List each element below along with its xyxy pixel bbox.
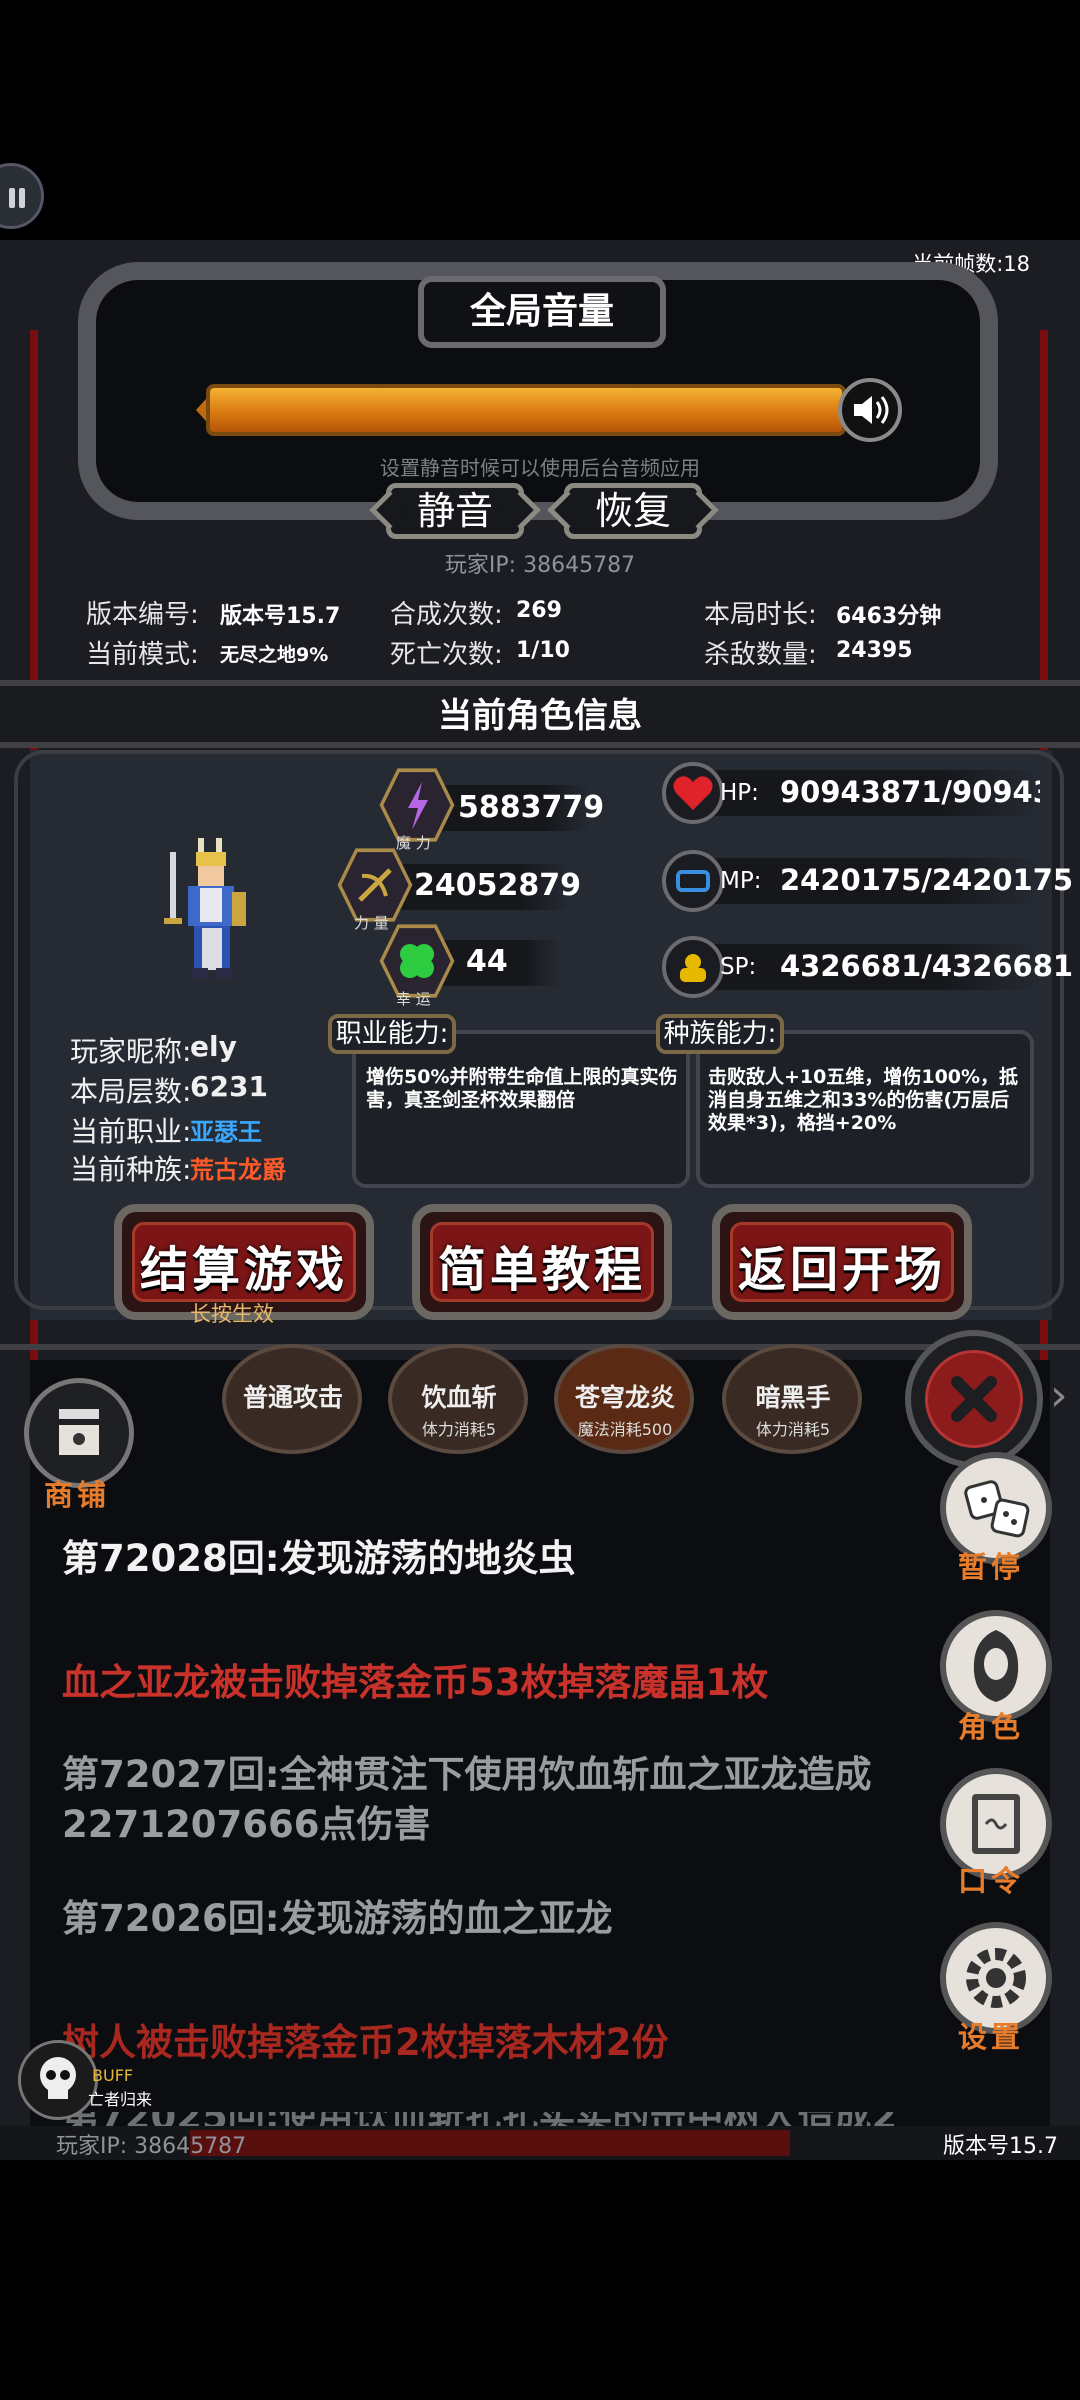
log-entry: 树人被击败掉落金币2枚掉落木材2份 (62, 2021, 669, 2064)
class-ability-text: 增伤50%并附带生命值上限的真实伤害，真圣剑圣杯效果翻倍 (366, 1066, 678, 1111)
mode-label: 当前模式: (86, 640, 199, 670)
volume-hint: 设置静音时候可以使用后台音频应用 (380, 456, 700, 480)
settings-label[interactable]: 设置 (958, 2014, 1024, 2056)
skill-normal-attack[interactable]: 普通攻击 (218, 1344, 368, 1464)
skill-dark-hand[interactable]: 暗黑手 体力消耗5 (718, 1344, 868, 1464)
magic-value: 5883779 (458, 790, 605, 825)
speaker-icon[interactable] (838, 378, 902, 442)
close-icon (925, 1350, 1023, 1448)
log-divider (0, 1344, 1080, 1350)
skull-icon[interactable] (18, 2040, 98, 2120)
heart-icon (662, 762, 724, 824)
mode-value: 无尽之地9% (220, 644, 329, 666)
footer-progress (190, 2130, 790, 2156)
code-label[interactable]: 口令 (958, 1858, 1024, 1900)
mp-icon (662, 850, 724, 912)
footer-player-ip: 玩家IP: 38645787 (56, 2134, 247, 2159)
kills-value: 24395 (836, 638, 913, 663)
floors-value: 6231 (190, 1070, 268, 1103)
buff-label: BUFF (92, 2066, 134, 2085)
skill-blood-slash[interactable]: 饮血斩 体力消耗5 (384, 1344, 534, 1464)
death-value: 1/10 (516, 638, 570, 663)
skill-sky-dragon-flame[interactable]: 苍穹龙炎 魔法消耗500 (550, 1344, 700, 1464)
role-label[interactable]: 角色 (958, 1704, 1024, 1746)
death-label: 死亡次数: (390, 640, 503, 670)
restore-button[interactable]: 恢复 (564, 483, 702, 539)
luck-label: 幸 运 (396, 990, 431, 1008)
log-entry: 第72026回:发现游荡的血之亚龙 (62, 1897, 613, 1940)
footer-version: 版本号15.7 (943, 2134, 1058, 2159)
version-value: 版本号15.7 (220, 604, 341, 629)
buff-name: 亡者归来 (88, 2090, 153, 2109)
settle-game-label: 结算游戏 (139, 1242, 348, 1298)
mute-button[interactable]: 静音 (386, 483, 524, 539)
class-ability-title: 职业能力: (328, 1014, 456, 1054)
log-entry: 第72027回:全神贯注下使用饮血斩血之亚龙造成2271207666点伤害 (62, 1753, 872, 1846)
luck-value: 44 (466, 944, 508, 979)
nickname-value: ely (190, 1030, 237, 1063)
pause-label[interactable]: 暂停 (958, 1544, 1024, 1586)
kills-label: 杀敌数量: (704, 640, 817, 670)
volume-slider[interactable] (206, 384, 846, 436)
floors-label: 本局层数: (70, 1075, 192, 1108)
chevron-right-icon[interactable]: › (1050, 1370, 1068, 1421)
sp-label: SP: (720, 954, 757, 980)
muscle-icon (662, 936, 724, 998)
hp-label: HP: (720, 780, 759, 806)
class-label: 当前职业: (70, 1115, 192, 1148)
close-skills-button[interactable] (905, 1330, 1043, 1468)
race-ability-text: 击败敌人+10五维，增伤100%，抵消自身五维之和33%的伤害(万层后效果*3)… (708, 1066, 1019, 1134)
race-label: 当前种族: (70, 1153, 192, 1186)
class-value: 亚瑟王 (190, 1118, 262, 1146)
log-entry: 第72028回:发现游荡的地炎虫 (62, 1537, 576, 1580)
player-ip: 玩家IP: 38645787 (444, 553, 636, 578)
log-entry: 血之亚龙被击败掉落金币53枚掉落魔晶1枚 (62, 1661, 769, 1704)
mp-label: MP: (720, 868, 762, 894)
duration-value: 6463分钟 (836, 604, 942, 629)
duration-label: 本局时长: (704, 600, 817, 630)
magic-label: 魔 力 (396, 834, 431, 852)
nickname-label: 玩家昵称: (70, 1035, 192, 1068)
return-button[interactable]: 返回开场 (712, 1204, 972, 1320)
sp-value: 4326681/4326681 (780, 949, 1074, 983)
race-value: 荒古龙爵 (190, 1156, 286, 1184)
strength-label: 力 量 (354, 914, 389, 932)
volume-title: 全局音量 (418, 276, 666, 348)
shop-label[interactable]: 商铺 (44, 1472, 110, 1514)
strength-value: 24052879 (414, 868, 581, 903)
craft-value: 269 (516, 598, 562, 623)
version-label: 版本编号: (86, 600, 199, 630)
character-avatar[interactable] (150, 832, 270, 992)
race-ability-title: 种族能力: (656, 1014, 784, 1054)
pause-button[interactable] (0, 163, 44, 229)
character-section-title: 当前角色信息 (438, 696, 642, 736)
tutorial-label: 简单教程 (437, 1242, 646, 1298)
mp-value: 2420175/2420175 (780, 863, 1074, 897)
return-label: 返回开场 (737, 1242, 946, 1298)
settle-hint: 长按生效 (190, 1302, 274, 1326)
hp-value: 90943871/9094387 (780, 775, 1040, 809)
tutorial-button[interactable]: 简单教程 (412, 1204, 672, 1320)
craft-label: 合成次数: (390, 600, 503, 630)
